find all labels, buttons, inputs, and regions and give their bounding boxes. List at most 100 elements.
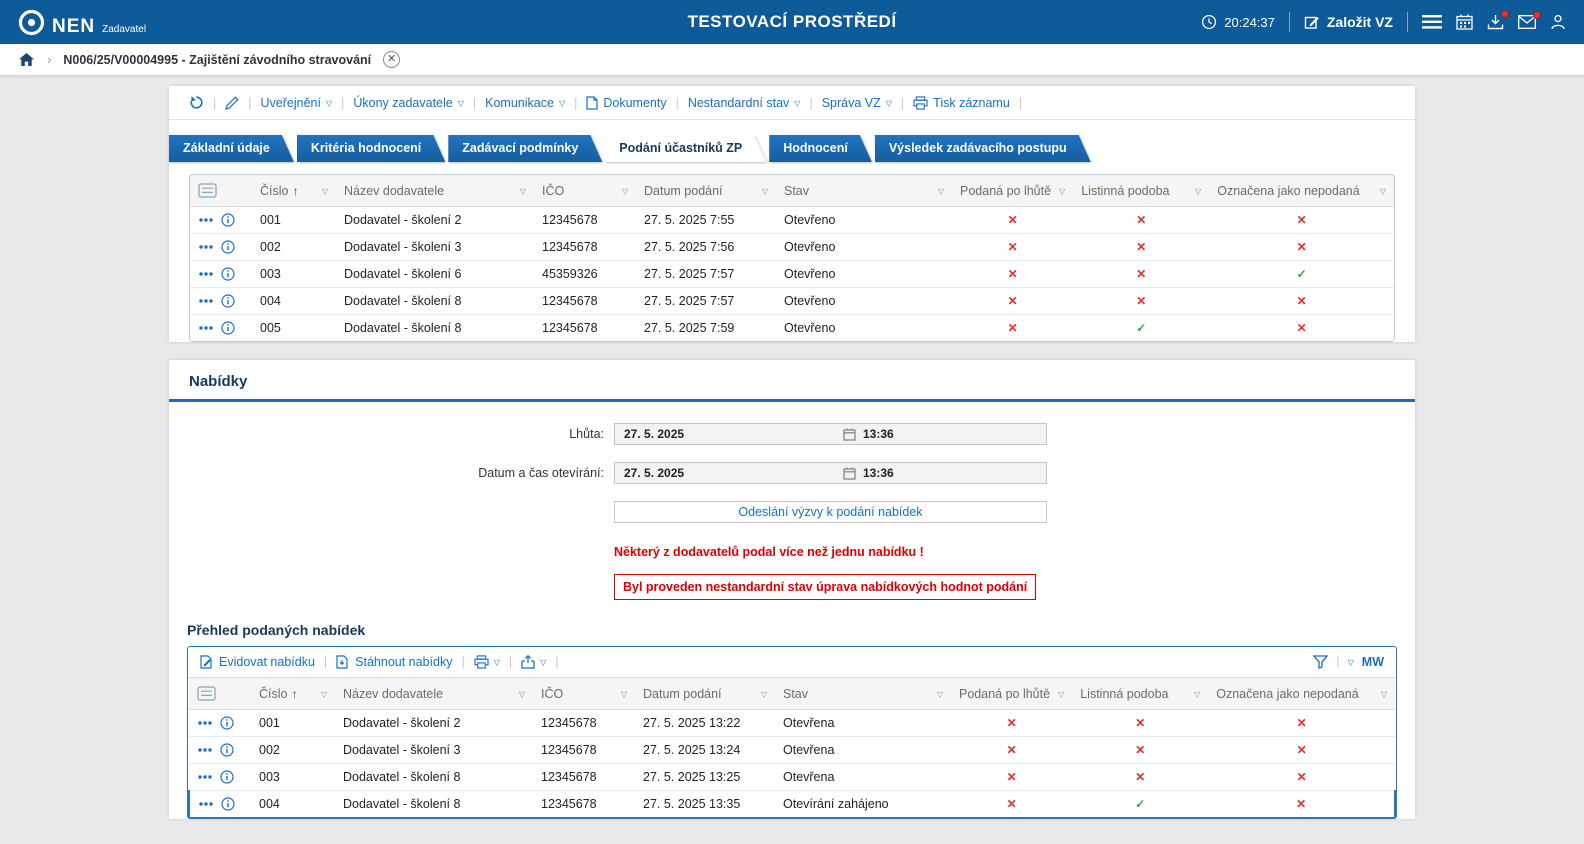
column-header[interactable]: IČO ▽ — [534, 175, 636, 207]
row-info-icon[interactable] — [221, 321, 235, 335]
table-row[interactable]: 003 Dodavatel - školení 8 12345678 27. 5… — [189, 763, 1395, 791]
menu-komunikace[interactable]: Komunikace ▽ — [485, 96, 565, 110]
refresh-button[interactable] — [189, 95, 204, 110]
row-info-icon[interactable] — [221, 240, 235, 254]
table-row[interactable]: 005 Dodavatel - školení 8 12345678 27. 5… — [190, 314, 1394, 341]
tab[interactable]: Základní údaje — [169, 135, 294, 162]
row-info-icon[interactable] — [220, 716, 234, 730]
downloads-button[interactable] — [1487, 10, 1509, 30]
filter-chevron-icon[interactable]: ▽ — [1058, 690, 1064, 699]
user-profile-button[interactable] — [1550, 14, 1566, 30]
filter-chevron-icon[interactable]: ▽ — [1380, 187, 1386, 196]
opening-date-input[interactable]: 27. 5. 2025 — [615, 466, 834, 480]
filter-chevron-icon[interactable]: ▽ — [1059, 187, 1065, 196]
tab[interactable]: Hodnocení — [769, 135, 872, 162]
row-info-icon[interactable] — [221, 267, 235, 281]
column-header[interactable]: IČO ▽ — [533, 677, 635, 710]
column-header[interactable]: Číslo ↑ ▽ — [251, 677, 335, 710]
menu-ukony-zadavatele[interactable]: Úkony zadavatele ▽ — [353, 96, 464, 110]
column-header[interactable]: Stav ▽ — [775, 677, 951, 710]
table-row[interactable]: 002 Dodavatel - školení 3 12345678 27. 5… — [189, 736, 1395, 764]
row-menu-icon[interactable] — [197, 774, 213, 780]
column-header[interactable]: Stav ▽ — [776, 175, 952, 207]
column-header[interactable]: Podaná po lhůtě ▽ — [951, 677, 1073, 710]
print-offers-button[interactable]: ▽ — [474, 655, 500, 669]
column-header[interactable]: Označena jako nepodaná ▽ — [1208, 677, 1395, 710]
download-offers-button[interactable]: Stáhnout nabídky — [336, 655, 452, 669]
tab[interactable]: Podání účastníků ZP — [605, 135, 766, 162]
filter-chevron-icon[interactable]: ▽ — [937, 690, 943, 699]
close-record-icon[interactable]: ✕ — [383, 51, 401, 68]
deadline-date-input[interactable]: 27. 5. 2025 — [615, 427, 834, 441]
row-menu-icon[interactable] — [198, 244, 214, 250]
menu-sprava-vz[interactable]: Správa VZ ▽ — [822, 96, 892, 110]
filter-chevron-icon[interactable]: ▽ — [322, 187, 328, 196]
column-header[interactable]: Název dodavatele ▽ — [335, 677, 533, 710]
filter-chevron-icon[interactable]: ▽ — [938, 187, 944, 196]
send-call-button[interactable]: Odeslání výzvy k podání nabídek — [614, 501, 1047, 523]
calendar-button[interactable] — [1456, 14, 1473, 30]
row-info-icon[interactable] — [221, 213, 235, 227]
row-menu-icon[interactable] — [198, 801, 214, 807]
tab[interactable]: Kritéria hodnocení — [297, 135, 445, 162]
table-row[interactable]: 002 Dodavatel - školení 3 12345678 27. 5… — [190, 233, 1394, 261]
filter-chevron-icon[interactable]: ▽ — [321, 690, 327, 699]
column-header[interactable]: Název dodavatele ▽ — [336, 175, 534, 207]
opening-field[interactable]: 27. 5. 2025 13:36 — [614, 462, 1047, 484]
column-header[interactable]: Listinná podoba ▽ — [1072, 677, 1209, 710]
filter-chevron-icon[interactable]: ▽ — [762, 187, 768, 196]
row-info-icon[interactable] — [221, 294, 235, 308]
menu-nestandardni-stav[interactable]: Nestandardní stav ▽ — [688, 96, 801, 110]
row-menu-icon[interactable] — [198, 271, 214, 277]
row-info-icon[interactable] — [220, 743, 234, 757]
menu-dokumenty[interactable]: Dokumenty — [586, 96, 667, 110]
view-chevron-icon[interactable]: ▽ — [1348, 659, 1354, 667]
export-offers-button[interactable]: ▽ — [521, 655, 546, 669]
print-record-button[interactable]: Tisk záznamu — [913, 96, 1010, 110]
table-row[interactable]: 004 Dodavatel - školení 8 12345678 27. 5… — [190, 287, 1394, 315]
brand[interactable]: NEN Zadavatel — [18, 9, 146, 36]
column-header[interactable]: Označena jako nepodaná ▽ — [1209, 175, 1394, 207]
deadline-time-input[interactable]: 13:36 — [834, 427, 1046, 441]
row-menu-icon[interactable] — [198, 298, 214, 304]
deadline-field[interactable]: 27. 5. 2025 13:36 — [614, 423, 1047, 445]
tab[interactable]: Výsledek zadávacího postupu — [875, 135, 1091, 162]
row-menu-icon[interactable] — [197, 747, 213, 753]
row-menu-icon[interactable] — [198, 217, 214, 223]
column-settings-header[interactable] — [189, 677, 251, 710]
column-header[interactable]: Datum podání ▽ — [636, 175, 776, 207]
row-menu-icon[interactable] — [197, 720, 213, 726]
column-settings-header[interactable] — [190, 175, 252, 207]
filter-chevron-icon[interactable]: ▽ — [1381, 690, 1387, 699]
filter-chevron-icon[interactable]: ▽ — [621, 690, 627, 699]
menu-button[interactable] — [1422, 15, 1442, 29]
filter-chevron-icon[interactable]: ▽ — [1194, 690, 1200, 699]
column-header[interactable]: Datum podání ▽ — [635, 677, 775, 710]
table-row[interactable]: 003 Dodavatel - školení 6 45359326 27. 5… — [190, 260, 1394, 288]
register-offer-button[interactable]: Evidovat nabídku — [200, 655, 315, 669]
filter-chevron-icon[interactable]: ▽ — [519, 690, 525, 699]
filter-chevron-icon[interactable]: ▽ — [1195, 187, 1201, 196]
table-row[interactable]: 001 Dodavatel - školení 2 12345678 27. 5… — [189, 709, 1395, 737]
filter-button[interactable] — [1313, 655, 1329, 669]
table-row[interactable]: 001 Dodavatel - školení 2 12345678 27. 5… — [190, 206, 1394, 234]
breadcrumb-record[interactable]: N006/25/V00004995 - Zajištění závodního … — [63, 53, 371, 67]
home-icon[interactable] — [18, 52, 35, 67]
filter-chevron-icon[interactable]: ▽ — [520, 187, 526, 196]
row-info-icon[interactable] — [220, 770, 234, 784]
table-row[interactable]: 004 Dodavatel - školení 8 12345678 27. 5… — [188, 790, 1396, 818]
filter-chevron-icon[interactable]: ▽ — [622, 187, 628, 196]
view-selector[interactable]: MW — [1362, 655, 1384, 669]
tab[interactable]: Zadávací podmínky — [448, 135, 602, 162]
edit-record-button[interactable] — [225, 95, 239, 110]
filter-chevron-icon[interactable]: ▽ — [761, 690, 767, 699]
messages-button[interactable] — [1518, 11, 1541, 29]
row-menu-icon[interactable] — [198, 325, 214, 331]
create-vz-button[interactable]: Založit VZ — [1304, 14, 1393, 30]
menu-uverejneni[interactable]: Uveřejnění ▽ — [261, 96, 333, 110]
column-header[interactable]: Podaná po lhůtě ▽ — [952, 175, 1074, 207]
column-header[interactable]: Listinná podoba ▽ — [1073, 175, 1210, 207]
row-info-icon[interactable] — [221, 797, 235, 811]
opening-time-input[interactable]: 13:36 — [834, 466, 1046, 480]
column-header[interactable]: Číslo ↑ ▽ — [252, 175, 336, 207]
